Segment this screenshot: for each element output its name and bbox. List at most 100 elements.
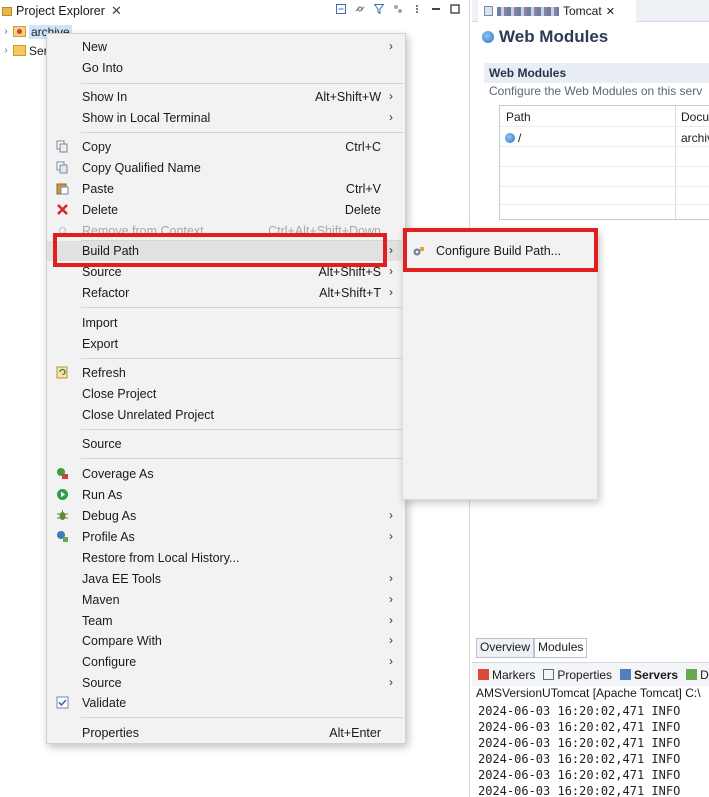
menu-item-label: Configure — [82, 655, 137, 669]
filter-icon[interactable] — [374, 4, 384, 14]
console-line: 2024-06-03 16:20:02,471 INFO — [478, 720, 681, 734]
menu-item-source-3[interactable]: Source › — [47, 673, 405, 693]
menu-item-label: Delete — [82, 203, 119, 217]
menu-item-label: Validate — [82, 696, 127, 710]
console-line: 2024-06-03 16:20:02,471 INFO — [478, 752, 681, 766]
chevron-right-icon[interactable]: › — [0, 26, 12, 37]
column-divider — [675, 106, 676, 219]
folder-icon — [13, 45, 26, 56]
editor-tab-bar: Tomcat ✕ — [472, 0, 709, 22]
web-project-icon — [13, 26, 26, 37]
menu-item-refactor[interactable]: Refactor Alt+Shift+T › — [47, 283, 405, 303]
annotation-highlight-build-path — [53, 233, 387, 267]
chevron-right-icon: › — [389, 264, 393, 278]
chevron-right-icon: › — [389, 675, 393, 689]
menu-item-label: Compare With — [82, 634, 162, 648]
tab-servers[interactable]: Servers — [620, 668, 678, 682]
menu-separator — [81, 458, 403, 459]
menu-item-source-2[interactable]: Source — [47, 434, 405, 454]
minimize-icon[interactable] — [431, 4, 441, 14]
column-header-path[interactable]: Path — [506, 110, 531, 124]
menu-item-copy-qualified-name[interactable]: Copy Qualified Name — [47, 158, 405, 178]
tree-item-servers[interactable]: › Ser — [0, 41, 47, 60]
menu-item-label: Show in Local Terminal — [82, 111, 211, 125]
menu-item-show-in-local-terminal[interactable]: Show in Local Terminal › — [47, 108, 405, 128]
menu-item-coverage-as[interactable]: Coverage As — [47, 464, 405, 484]
collapse-all-icon[interactable] — [336, 4, 346, 14]
copy-icon — [56, 140, 68, 153]
tab-overview[interactable]: Overview — [476, 638, 535, 658]
menu-item-configure[interactable]: Configure › — [47, 652, 405, 672]
menu-item-refresh[interactable]: Refresh — [47, 363, 405, 383]
menu-item-label: Source — [82, 437, 122, 451]
chevron-right-icon: › — [389, 39, 393, 53]
menu-item-shortcut: Ctrl+C — [345, 140, 381, 154]
menu-item-delete[interactable]: Delete Delete — [47, 200, 405, 220]
menu-item-export[interactable]: Export — [47, 334, 405, 354]
project-explorer-tab[interactable]: Project Explorer ✕ — [0, 0, 124, 22]
menu-item-run-as[interactable]: Run As — [47, 485, 405, 505]
tab-data-source[interactable]: D — [686, 668, 709, 682]
annotation-highlight-configure-build-path — [403, 228, 598, 272]
server-icon — [484, 6, 493, 16]
paste-icon — [56, 183, 69, 195]
chevron-right-icon: › — [389, 592, 393, 606]
column-header-document-base[interactable]: Docu — [681, 110, 709, 124]
page-title: Web Modules — [482, 27, 608, 47]
chevron-right-icon[interactable]: › — [0, 45, 12, 56]
maximize-icon[interactable] — [450, 4, 460, 14]
menu-item-profile-as[interactable]: Profile As › — [47, 527, 405, 547]
folder-icon — [2, 6, 12, 16]
chevron-right-icon: › — [389, 285, 393, 299]
menu-item-new[interactable]: New › — [47, 37, 405, 57]
tab-label: Servers — [634, 667, 679, 682]
menu-item-show-in[interactable]: Show In Alt+Shift+W › — [47, 87, 405, 107]
tab-markers[interactable]: Markers — [478, 668, 535, 682]
tab-modules[interactable]: Modules — [534, 638, 588, 658]
web-modules-table[interactable]: Path Docu / archiv — [499, 105, 709, 220]
menu-item-debug-as[interactable]: Debug As › — [47, 506, 405, 526]
menu-separator — [81, 307, 403, 308]
chevron-right-icon: › — [389, 89, 393, 103]
chevron-right-icon: › — [389, 529, 393, 543]
menu-item-go-into[interactable]: Go Into — [47, 58, 405, 78]
tab-properties[interactable]: Properties — [543, 668, 612, 682]
table-cell-path[interactable]: / — [505, 131, 521, 145]
menu-item-validate[interactable]: Validate — [47, 693, 405, 713]
table-cell-document-base[interactable]: archiv — [681, 131, 709, 145]
menu-item-label: Run As — [82, 488, 123, 502]
view-menu-icon[interactable] — [412, 4, 422, 14]
editor-tab-tomcat[interactable]: Tomcat ✕ — [478, 0, 636, 22]
menu-item-maven[interactable]: Maven › — [47, 590, 405, 610]
editor-tab-label: Tomcat — [563, 4, 602, 18]
menu-item-label: Coverage As — [82, 467, 154, 481]
menu-item-import[interactable]: Import — [47, 313, 405, 333]
menu-item-java-ee-tools[interactable]: Java EE Tools › — [47, 569, 405, 589]
working-set-icon[interactable] — [393, 4, 403, 14]
link-with-editor-icon[interactable] — [355, 4, 365, 14]
menu-item-copy[interactable]: Copy Ctrl+C — [47, 137, 405, 157]
console-line: 2024-06-03 16:20:02,471 INFO — [478, 784, 681, 797]
menu-item-label: Restore from Local History... — [82, 551, 240, 565]
menu-item-label: Maven — [82, 593, 120, 607]
profile-icon — [57, 531, 68, 542]
menu-item-restore-from-local-history[interactable]: Restore from Local History... — [47, 548, 405, 568]
close-icon[interactable]: ✕ — [606, 5, 615, 18]
row-divider — [500, 186, 709, 187]
menu-item-label: Java EE Tools — [82, 572, 161, 586]
menu-item-label: Import — [82, 316, 118, 330]
menu-item-close-project[interactable]: Close Project — [47, 384, 405, 404]
menu-item-paste[interactable]: Paste Ctrl+V — [47, 179, 405, 199]
checkbox-checked-icon — [56, 696, 69, 709]
menu-item-close-unrelated-project[interactable]: Close Unrelated Project — [47, 405, 405, 425]
chevron-right-icon: › — [389, 110, 393, 124]
run-icon — [57, 489, 68, 500]
menu-item-label: Source — [82, 676, 122, 690]
close-icon[interactable]: ✕ — [111, 3, 122, 19]
menu-item-properties[interactable]: Properties Alt+Enter — [47, 723, 405, 743]
menu-item-shortcut: Alt+Shift+S — [318, 265, 381, 279]
chevron-right-icon: › — [389, 613, 393, 627]
menu-item-team[interactable]: Team › — [47, 611, 405, 631]
menu-item-label: Source — [82, 265, 122, 279]
menu-item-compare-with[interactable]: Compare With › — [47, 631, 405, 651]
